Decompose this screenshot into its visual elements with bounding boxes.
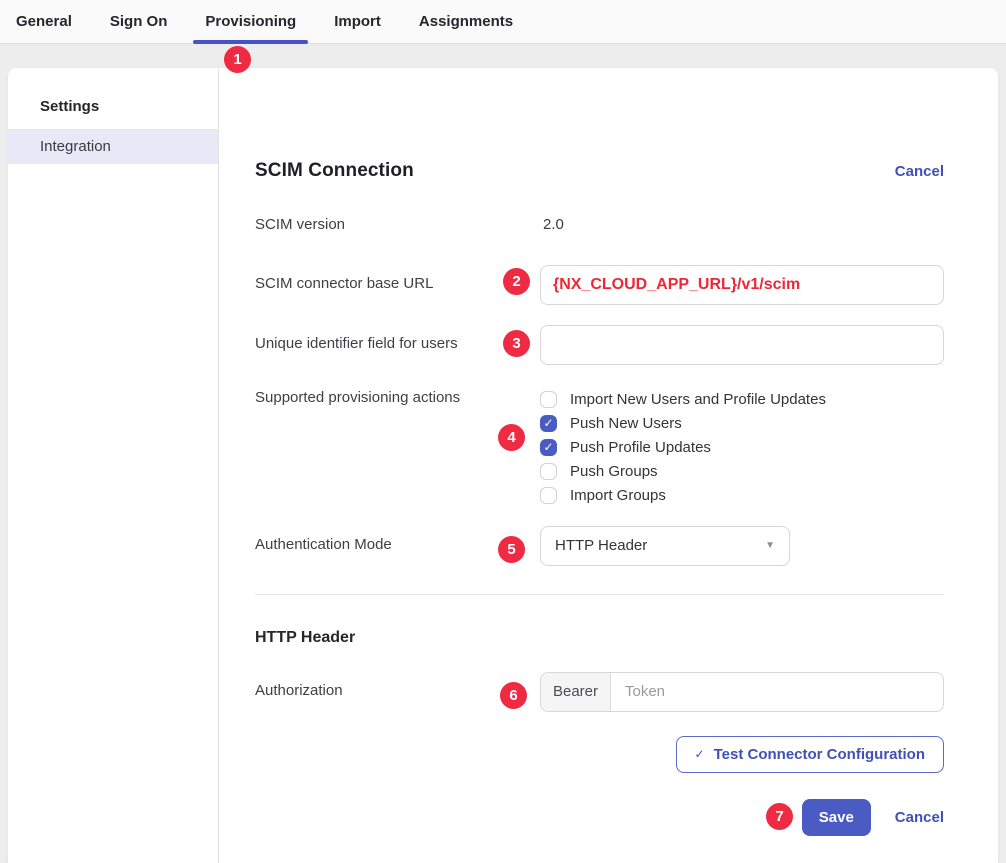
app-tab-bar: General Sign On Provisioning Import Assi… bbox=[0, 0, 1006, 44]
check-icon: ✓ bbox=[543, 417, 553, 429]
step-badge-3: 3 bbox=[503, 330, 530, 357]
step-badge-4: 4 bbox=[498, 424, 525, 451]
tab-general[interactable]: General bbox=[4, 0, 84, 43]
scim-version-value: 2.0 bbox=[540, 216, 944, 235]
http-header-section-title: HTTP Header bbox=[255, 629, 944, 647]
check-icon: ✓ bbox=[695, 747, 705, 761]
page-title: SCIM Connection bbox=[255, 160, 414, 182]
step-badge-5: 5 bbox=[498, 536, 525, 563]
checkbox-import-new-users[interactable]: ✓ Import New Users and Profile Updates bbox=[540, 391, 944, 408]
provisioning-card: Settings Integration SCIM Connection Can… bbox=[8, 68, 998, 863]
step-badge-1: 1 bbox=[224, 46, 251, 73]
auth-mode-label: Authentication Mode bbox=[255, 526, 540, 566]
tab-sign-on[interactable]: Sign On bbox=[98, 0, 180, 43]
scim-connection-form: SCIM Connection Cancel SCIM version 2.0 … bbox=[219, 68, 998, 863]
settings-sidebar: Settings Integration bbox=[8, 68, 218, 863]
provisioning-page: General Sign On Provisioning Import Assi… bbox=[0, 0, 1006, 863]
footer-cancel-link[interactable]: Cancel bbox=[895, 809, 944, 826]
provisioning-actions-list: ✓ Import New Users and Profile Updates ✓… bbox=[540, 389, 944, 504]
tab-provisioning[interactable]: Provisioning bbox=[193, 0, 308, 43]
sidebar-header: Settings bbox=[8, 98, 218, 115]
tab-import[interactable]: Import bbox=[322, 0, 393, 43]
checkbox-import-groups[interactable]: ✓ Import Groups bbox=[540, 487, 944, 504]
base-url-input[interactable] bbox=[540, 265, 944, 305]
checkbox-box: ✓ bbox=[540, 415, 557, 432]
save-button[interactable]: Save bbox=[802, 799, 871, 836]
check-icon: ✓ bbox=[543, 441, 553, 453]
checkbox-push-profile-updates[interactable]: ✓ Push Profile Updates bbox=[540, 439, 944, 456]
unique-id-label: Unique identifier field for users bbox=[255, 325, 540, 365]
checkbox-push-groups[interactable]: ✓ Push Groups bbox=[540, 463, 944, 480]
checkbox-box: ✓ bbox=[540, 391, 557, 408]
step-badge-2: 2 bbox=[503, 268, 530, 295]
base-url-label: SCIM connector base URL bbox=[255, 265, 540, 305]
sidebar-item-integration[interactable]: Integration bbox=[8, 129, 218, 164]
tab-assignments[interactable]: Assignments bbox=[407, 0, 525, 43]
unique-id-input[interactable] bbox=[540, 325, 944, 365]
provisioning-actions-label: Supported provisioning actions bbox=[255, 389, 540, 504]
step-badge-7: 7 bbox=[766, 803, 793, 830]
test-connector-configuration-button[interactable]: ✓ Test Connector Configuration bbox=[676, 736, 944, 773]
scim-version-label: SCIM version bbox=[255, 216, 540, 235]
checkbox-box: ✓ bbox=[540, 439, 557, 456]
auth-mode-select[interactable]: HTTP Header ▼ bbox=[540, 526, 790, 566]
authorization-label: Authorization bbox=[255, 672, 540, 712]
section-divider bbox=[255, 594, 944, 595]
token-input[interactable] bbox=[611, 673, 943, 711]
checkbox-push-new-users[interactable]: ✓ Push New Users bbox=[540, 415, 944, 432]
header-cancel-link[interactable]: Cancel bbox=[895, 163, 944, 180]
authorization-input-group: Bearer bbox=[540, 672, 944, 712]
step-badge-6: 6 bbox=[500, 682, 527, 709]
checkbox-box: ✓ bbox=[540, 487, 557, 504]
bearer-prefix: Bearer bbox=[541, 673, 611, 711]
chevron-down-icon: ▼ bbox=[765, 540, 775, 551]
checkbox-box: ✓ bbox=[540, 463, 557, 480]
